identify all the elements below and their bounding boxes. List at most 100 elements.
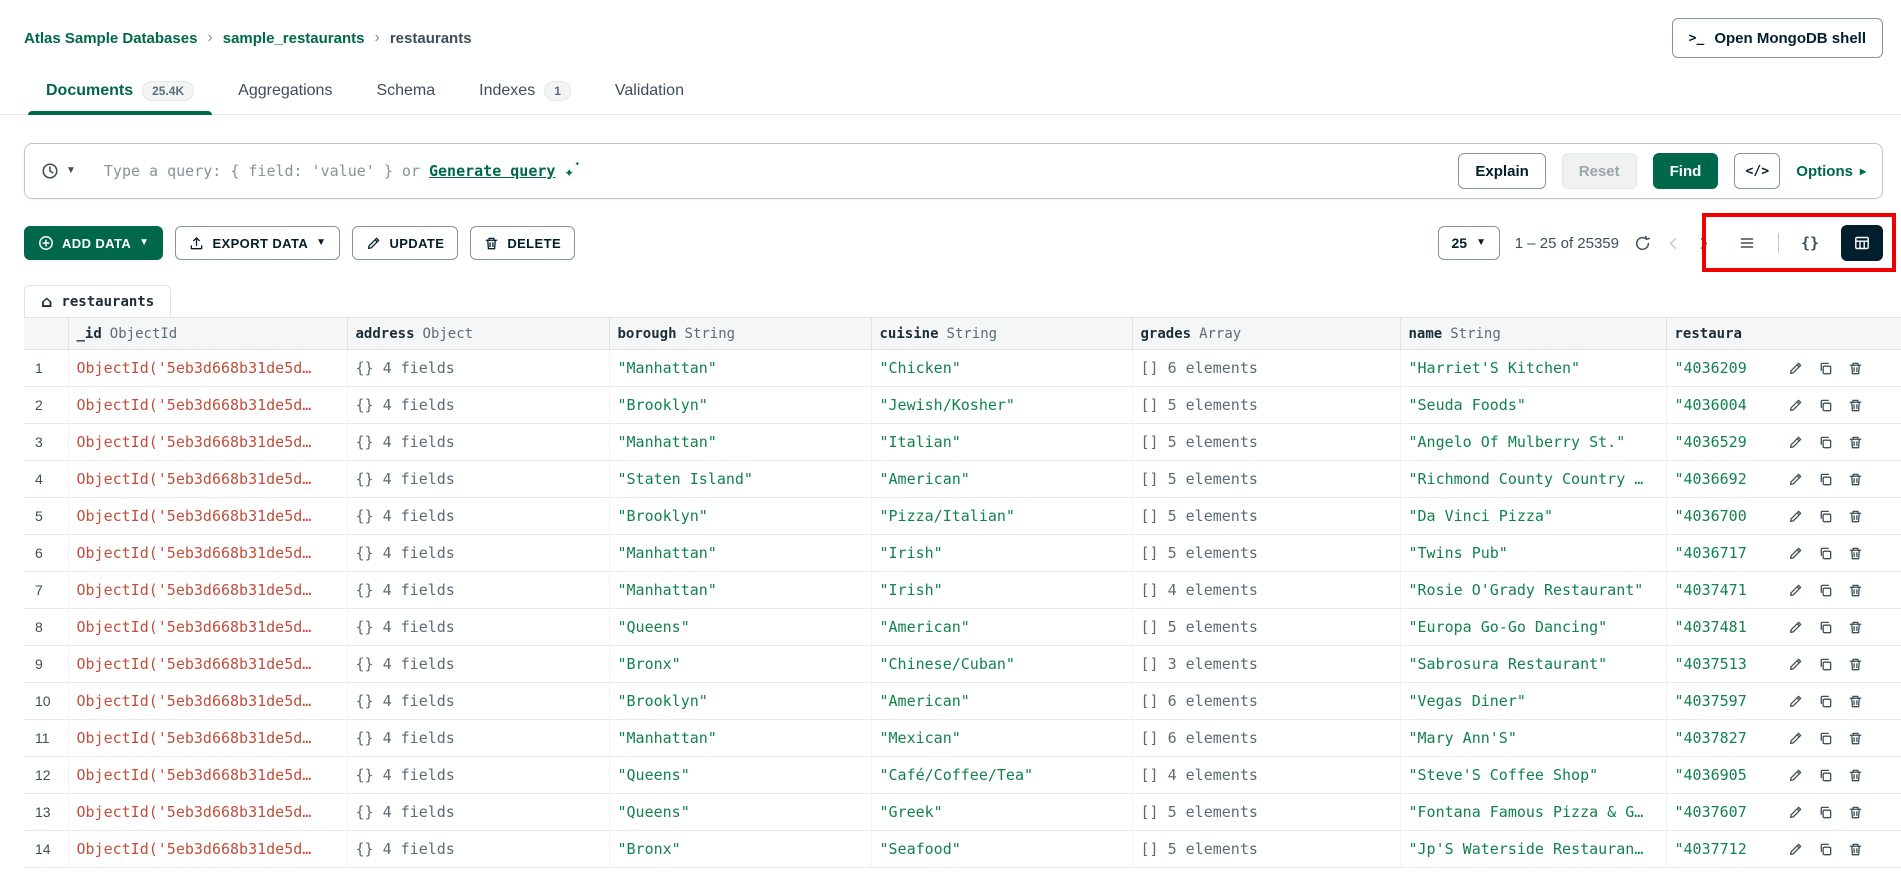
edit-document-button[interactable] — [1788, 435, 1803, 450]
cell-grades[interactable]: [] 4 elements — [1132, 757, 1400, 794]
cell-address[interactable]: {} 4 fields — [347, 646, 609, 683]
cell-id[interactable]: ObjectId('5eb3d668b31de5d… — [68, 646, 347, 683]
cell-cuisine[interactable]: "Italian" — [871, 424, 1132, 461]
cell-restaurant-id[interactable]: "4036209 — [1666, 350, 1776, 387]
cell-grades[interactable]: [] 5 elements — [1132, 609, 1400, 646]
options-toggle[interactable]: Options ▸ — [1796, 163, 1866, 180]
cell-id[interactable]: ObjectId('5eb3d668b31de5d… — [68, 757, 347, 794]
cell-cuisine[interactable]: "Mexican" — [871, 720, 1132, 757]
table-row[interactable]: 2 ObjectId('5eb3d668b31de5d… {} 4 fields… — [24, 387, 1901, 424]
delete-document-button[interactable] — [1848, 583, 1863, 598]
delete-document-button[interactable] — [1848, 805, 1863, 820]
table-row[interactable]: 5 ObjectId('5eb3d668b31de5d… {} 4 fields… — [24, 498, 1901, 535]
copy-document-button[interactable] — [1818, 435, 1833, 450]
edit-document-button[interactable] — [1788, 583, 1803, 598]
cell-borough[interactable]: "Manhattan" — [609, 535, 871, 572]
cell-cuisine[interactable]: "Greek" — [871, 794, 1132, 831]
cell-id[interactable]: ObjectId('5eb3d668b31de5d… — [68, 424, 347, 461]
cell-restaurant-id[interactable]: "4037513 — [1666, 646, 1776, 683]
cell-name[interactable]: "Angelo Of Mulberry St." — [1400, 424, 1666, 461]
cell-borough[interactable]: "Manhattan" — [609, 720, 871, 757]
column-header-name[interactable]: nameString — [1400, 318, 1666, 350]
cell-address[interactable]: {} 4 fields — [347, 720, 609, 757]
cell-cuisine[interactable]: "Jewish/Kosher" — [871, 387, 1132, 424]
cell-address[interactable]: {} 4 fields — [347, 757, 609, 794]
collection-tab-restaurants[interactable]: ⌂ restaurants — [24, 285, 171, 317]
delete-document-button[interactable] — [1848, 768, 1863, 783]
table-row[interactable]: 11 ObjectId('5eb3d668b31de5d… {} 4 field… — [24, 720, 1901, 757]
edit-document-button[interactable] — [1788, 398, 1803, 413]
cell-borough[interactable]: "Manhattan" — [609, 350, 871, 387]
cell-borough[interactable]: "Bronx" — [609, 831, 871, 868]
copy-document-button[interactable] — [1818, 694, 1833, 709]
copy-document-button[interactable] — [1818, 768, 1833, 783]
cell-address[interactable]: {} 4 fields — [347, 498, 609, 535]
cell-grades[interactable]: [] 6 elements — [1132, 720, 1400, 757]
edit-document-button[interactable] — [1788, 509, 1803, 524]
breadcrumb-item-sample-restaurants[interactable]: sample_restaurants — [223, 30, 365, 47]
cell-borough[interactable]: "Manhattan" — [609, 572, 871, 609]
tab-aggregations[interactable]: Aggregations — [216, 68, 354, 114]
delete-document-button[interactable] — [1848, 694, 1863, 709]
cell-name[interactable]: "Jp'S Waterside Restauran… — [1400, 831, 1666, 868]
cell-cuisine[interactable]: "Chicken" — [871, 350, 1132, 387]
column-header-address[interactable]: addressObject — [347, 318, 609, 350]
table-row[interactable]: 6 ObjectId('5eb3d668b31de5d… {} 4 fields… — [24, 535, 1901, 572]
cell-address[interactable]: {} 4 fields — [347, 572, 609, 609]
query-input[interactable]: Type a query: { field: 'value' } or Gene… — [104, 162, 574, 181]
table-row[interactable]: 9 ObjectId('5eb3d668b31de5d… {} 4 fields… — [24, 646, 1901, 683]
edit-document-button[interactable] — [1788, 768, 1803, 783]
copy-document-button[interactable] — [1818, 805, 1833, 820]
cell-name[interactable]: "Mary Ann'S" — [1400, 720, 1666, 757]
cell-borough[interactable]: "Queens" — [609, 609, 871, 646]
cell-cuisine[interactable]: "American" — [871, 461, 1132, 498]
table-view-toggle[interactable] — [1841, 225, 1883, 261]
cell-borough[interactable]: "Queens" — [609, 757, 871, 794]
cell-address[interactable]: {} 4 fields — [347, 387, 609, 424]
delete-button[interactable]: DELETE — [470, 226, 575, 260]
cell-address[interactable]: {} 4 fields — [347, 831, 609, 868]
breadcrumb-item-atlas-sample-databases[interactable]: Atlas Sample Databases — [24, 30, 197, 47]
cell-grades[interactable]: [] 5 elements — [1132, 461, 1400, 498]
copy-document-button[interactable] — [1818, 546, 1833, 561]
table-row[interactable]: 13 ObjectId('5eb3d668b31de5d… {} 4 field… — [24, 794, 1901, 831]
delete-document-button[interactable] — [1848, 620, 1863, 635]
table-row[interactable]: 14 ObjectId('5eb3d668b31de5d… {} 4 field… — [24, 831, 1901, 868]
explain-button[interactable]: Explain — [1458, 153, 1545, 189]
table-row[interactable]: 10 ObjectId('5eb3d668b31de5d… {} 4 field… — [24, 683, 1901, 720]
query-history-dropdown[interactable]: ▼ — [41, 162, 104, 180]
cell-restaurant-id[interactable]: "4036905 — [1666, 757, 1776, 794]
cell-address[interactable]: {} 4 fields — [347, 461, 609, 498]
cell-name[interactable]: "Europa Go-Go Dancing" — [1400, 609, 1666, 646]
cell-restaurant-id[interactable]: "4036529 — [1666, 424, 1776, 461]
copy-document-button[interactable] — [1818, 472, 1833, 487]
cell-name[interactable]: "Da Vinci Pizza" — [1400, 498, 1666, 535]
copy-document-button[interactable] — [1818, 361, 1833, 376]
column-header-cuisine[interactable]: cuisineString — [871, 318, 1132, 350]
add-data-button[interactable]: ADD DATA ▼ — [24, 226, 163, 260]
export-data-button[interactable]: EXPORT DATA ▼ — [175, 226, 340, 260]
edit-document-button[interactable] — [1788, 620, 1803, 635]
cell-grades[interactable]: [] 6 elements — [1132, 683, 1400, 720]
cell-id[interactable]: ObjectId('5eb3d668b31de5d… — [68, 683, 347, 720]
cell-borough[interactable]: "Manhattan" — [609, 424, 871, 461]
edit-document-button[interactable] — [1788, 546, 1803, 561]
json-view-toggle[interactable]: {} — [1789, 225, 1831, 261]
column-header-borough[interactable]: boroughString — [609, 318, 871, 350]
delete-document-button[interactable] — [1848, 472, 1863, 487]
cell-borough[interactable]: "Brooklyn" — [609, 498, 871, 535]
cell-address[interactable]: {} 4 fields — [347, 609, 609, 646]
cell-grades[interactable]: [] 5 elements — [1132, 387, 1400, 424]
cell-restaurant-id[interactable]: "4037607 — [1666, 794, 1776, 831]
cell-id[interactable]: ObjectId('5eb3d668b31de5d… — [68, 535, 347, 572]
cell-id[interactable]: ObjectId('5eb3d668b31de5d… — [68, 498, 347, 535]
column-header-id[interactable]: _idObjectId — [68, 318, 347, 350]
open-mongodb-shell-button[interactable]: >_ Open MongoDB shell — [1672, 18, 1883, 58]
cell-name[interactable]: "Fontana Famous Pizza & G… — [1400, 794, 1666, 831]
table-row[interactable]: 8 ObjectId('5eb3d668b31de5d… {} 4 fields… — [24, 609, 1901, 646]
table-row[interactable]: 12 ObjectId('5eb3d668b31de5d… {} 4 field… — [24, 757, 1901, 794]
cell-id[interactable]: ObjectId('5eb3d668b31de5d… — [68, 609, 347, 646]
cell-id[interactable]: ObjectId('5eb3d668b31de5d… — [68, 572, 347, 609]
cell-borough[interactable]: "Staten Island" — [609, 461, 871, 498]
find-button[interactable]: Find — [1653, 153, 1719, 189]
